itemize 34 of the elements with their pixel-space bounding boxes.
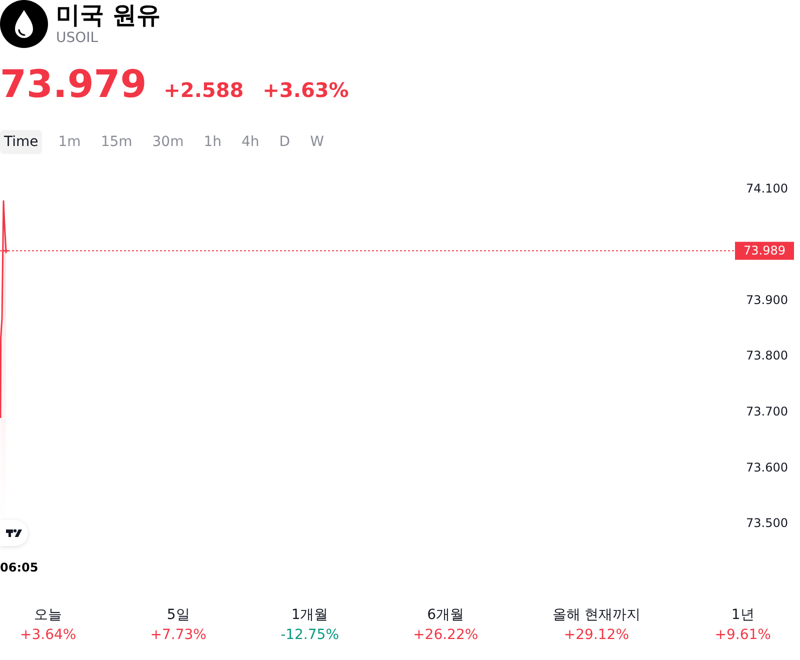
price-change-percent: +3.63% xyxy=(262,78,349,102)
period-label: 5일 xyxy=(166,607,190,624)
interval-tab[interactable]: 1m xyxy=(54,130,85,154)
period-label: 6개월 xyxy=(427,607,464,624)
interval-tab[interactable]: 15m xyxy=(96,130,136,154)
period-label: 1개월 xyxy=(291,607,328,624)
price-scale-label: 73.700 xyxy=(746,404,788,418)
instrument-symbol: USOIL xyxy=(56,30,100,46)
price-scale-label: 73.500 xyxy=(746,516,788,530)
period-change: +9.61% xyxy=(714,627,771,644)
interval-tab[interactable]: 4h xyxy=(238,130,264,154)
last-price: 73.979 xyxy=(0,64,147,104)
price-scale-label: 73.600 xyxy=(746,460,788,474)
period-label: 1년 xyxy=(731,607,754,624)
price-scale-label: 74.100 xyxy=(746,181,788,196)
instrument-name: 미국 원유 xyxy=(56,0,160,30)
price-scale-label: 73.900 xyxy=(746,292,788,307)
price-change: +2.588 xyxy=(164,78,244,102)
period-change: -12.75% xyxy=(280,627,339,644)
price-scale-label: 73.800 xyxy=(746,348,788,363)
interval-tab[interactable]: W xyxy=(306,130,328,154)
current-price-tag: 73.989 xyxy=(735,242,794,260)
period-change: +7.73% xyxy=(150,627,206,644)
interval-tab[interactable]: Time xyxy=(0,130,42,154)
period-change: +29.12% xyxy=(564,627,630,644)
interval-tab[interactable]: 30m xyxy=(148,130,188,154)
period-change: +26.22% xyxy=(413,627,478,644)
point-marker-icon xyxy=(2,248,10,254)
interval-tab[interactable]: 1h xyxy=(200,130,226,154)
period-label: 오늘 xyxy=(34,607,62,624)
time-axis-label: 06:05 xyxy=(0,560,38,574)
period-change: +3.64% xyxy=(20,627,76,644)
interval-tab[interactable]: D xyxy=(275,130,294,154)
period-label: 올해 현재까지 xyxy=(552,607,641,624)
